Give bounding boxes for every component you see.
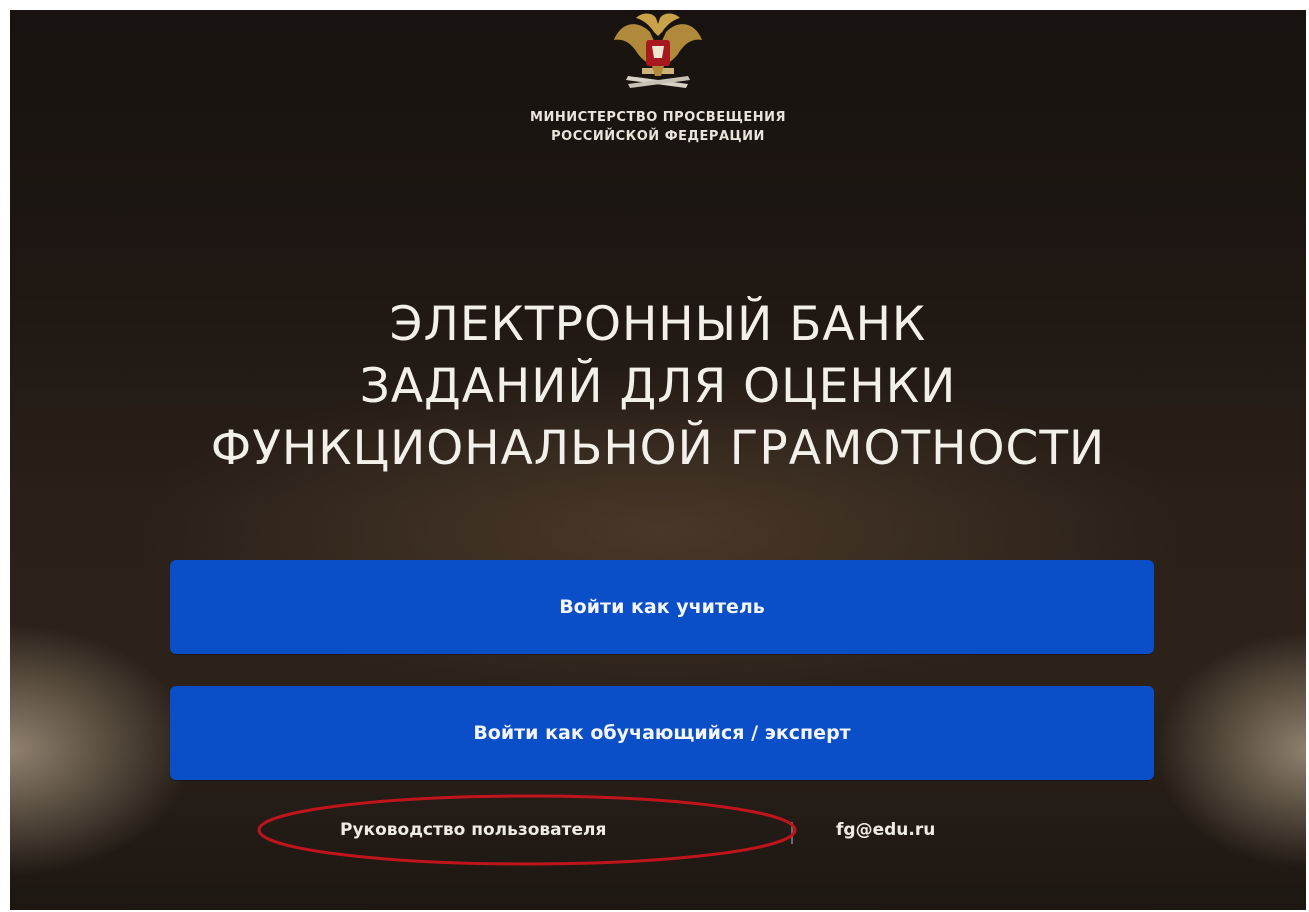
login-page: МИНИСТЕРСТВО ПРОСВЕЩЕНИЯ РОССИЙСКОЙ ФЕДЕ… (10, 10, 1306, 910)
title-line-2: ЗАДАНИЙ ДЛЯ ОЦЕНКИ (359, 359, 957, 414)
title-line-1: ЭЛЕКТРОННЫЙ БАНК (389, 297, 927, 352)
footer-links: Руководство пользователя fg@edu.ru (10, 820, 1306, 850)
ministry-name: МИНИСТЕРСТВО ПРОСВЕЩЕНИЯ РОССИЙСКОЙ ФЕДЕ… (10, 108, 1306, 146)
support-email-link[interactable]: fg@edu.ru (836, 820, 935, 840)
ministry-line-1: МИНИСТЕРСТВО ПРОСВЕЩЕНИЯ (530, 110, 786, 125)
ministry-line-2: РОССИЙСКОЙ ФЕДЕРАЦИИ (551, 129, 765, 144)
link-divider (791, 822, 793, 844)
title-line-3: ФУНКЦИОНАЛЬНОЙ ГРАМОТНОСТИ (210, 421, 1106, 476)
login-teacher-button[interactable]: Войти как учитель (170, 560, 1154, 654)
login-student-expert-button[interactable]: Войти как обучающийся / эксперт (170, 686, 1154, 780)
coat-of-arms-icon (614, 13, 702, 88)
page-title: ЭЛЕКТРОННЫЙ БАНК ЗАДАНИЙ ДЛЯ ОЦЕНКИ ФУНК… (10, 294, 1306, 480)
user-guide-link[interactable]: Руководство пользователя (340, 820, 606, 840)
